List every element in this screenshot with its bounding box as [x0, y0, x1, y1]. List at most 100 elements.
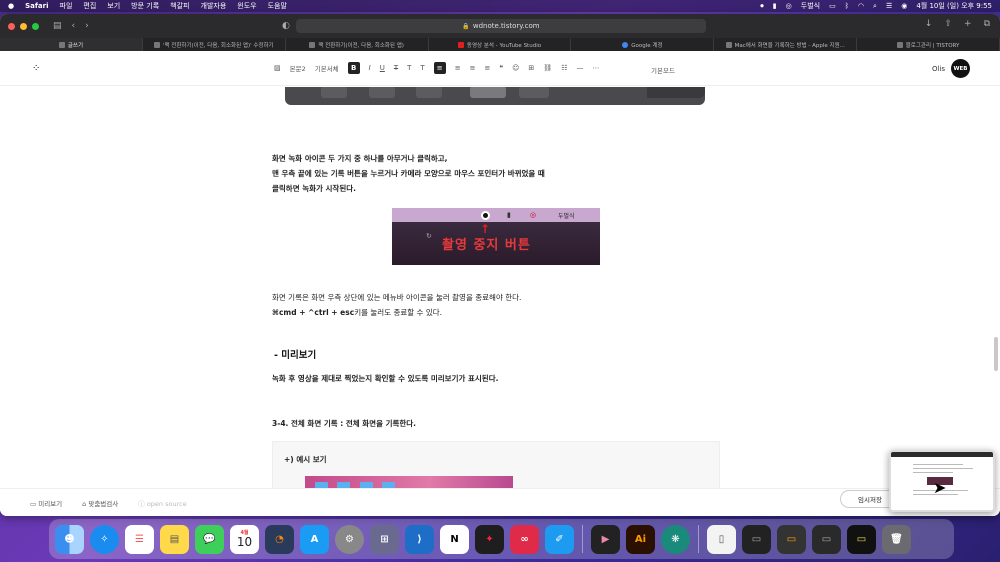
app-store-icon[interactable]: A [300, 524, 329, 554]
share-icon[interactable]: ⇧ [944, 19, 952, 29]
zoom-window-button[interactable] [32, 22, 39, 30]
menu-item-bookmarks[interactable]: 책갈피 [170, 1, 189, 11]
twitter-icon[interactable]: ✐ [545, 524, 574, 554]
trash-icon[interactable]: 🗑 [882, 524, 911, 554]
minimize-window-button[interactable] [20, 22, 27, 30]
user-name[interactable]: Olis [932, 65, 945, 73]
italic-icon[interactable]: I [369, 64, 371, 72]
tab-edit-post[interactable]: '맥 전환하기(이전, 다음, 회소화된 앱)' 수정하기 [143, 38, 286, 51]
divider-icon[interactable]: — [576, 64, 583, 72]
menu-item-window[interactable]: 윈도우 [237, 1, 256, 11]
launchpad-icon[interactable]: ⊞ [370, 524, 399, 554]
messages-icon[interactable]: 💬 [195, 524, 224, 554]
screen-recording-thumbnail[interactable]: ➤ [889, 450, 995, 512]
creative-cloud-icon[interactable]: ◎ [786, 2, 792, 10]
window-thumbnail-icon[interactable]: ▭ [812, 524, 841, 554]
tab-google-account[interactable]: Google 계정 [571, 38, 715, 51]
url-text: wdnote.tistory.com [472, 22, 540, 30]
preview-button[interactable]: ▭ 미리보기 [30, 498, 62, 508]
download-icon[interactable]: ↓ [925, 19, 933, 29]
blender-icon[interactable]: ◔ [265, 524, 294, 554]
tab-write[interactable]: 글쓰기 [0, 38, 143, 51]
stop-recording-icon[interactable]: ⏺ [760, 2, 764, 11]
more-icon[interactable]: ⋯ [592, 64, 599, 72]
menu-item-file[interactable]: 파일 [60, 1, 73, 11]
align-left-icon[interactable]: ≡ [433, 62, 446, 74]
document-thumbnail-icon[interactable]: ▯ [707, 524, 736, 554]
apple-icon[interactable]: ● [8, 2, 14, 10]
finder-icon[interactable]: ☻ [55, 524, 84, 554]
close-window-button[interactable] [8, 22, 15, 30]
spotlight-icon[interactable]: ⌕ [873, 2, 877, 11]
illustrator-icon[interactable]: Ai [626, 524, 655, 554]
sidebar-toggle-icon[interactable]: ▤ [53, 21, 62, 31]
strikethrough-icon[interactable]: T [394, 64, 398, 72]
figma-icon[interactable]: ✦ [475, 524, 504, 554]
align-right-icon[interactable]: ≡ [470, 64, 476, 72]
menu-item-help[interactable]: 도움말 [268, 1, 287, 11]
font-select[interactable]: 기본서체 [315, 63, 339, 73]
menu-item-view[interactable]: 보기 [107, 1, 120, 11]
text-color-icon[interactable]: T [407, 64, 411, 72]
editor-content[interactable]: 화면 녹화 아이콘 두 가지 중 하나를 아무거나 클릭하고, 맨 우측 끝에 … [0, 87, 1000, 502]
system-preferences-icon[interactable]: ⚙ [335, 524, 364, 554]
menu-item-history[interactable]: 방문 기록 [131, 1, 159, 11]
list-icon[interactable]: ☷ [561, 64, 567, 72]
tab-apple-support[interactable]: Mac에서 화면을 기록하는 방법 - Apple 지원... [714, 38, 858, 51]
reminders-icon[interactable]: ☰ [125, 524, 154, 554]
text-bg-icon[interactable]: T [420, 64, 424, 72]
bold-icon[interactable]: B [347, 62, 360, 74]
underline-icon[interactable]: U [380, 64, 385, 72]
window-thumbnail-icon[interactable]: ▭ [742, 524, 771, 554]
thumbnail-line [913, 472, 953, 473]
tistory-logo[interactable]: ⁘ [32, 63, 40, 74]
quote-icon[interactable]: ❝ [499, 64, 503, 72]
safari-icon[interactable]: ✧ [90, 524, 119, 554]
input-source-label[interactable]: 두벌식 [801, 1, 820, 11]
window-thumbnail-icon[interactable]: ▭ [847, 524, 876, 554]
control-center-icon[interactable]: ☰ [886, 2, 892, 10]
image-insert-icon[interactable]: ▨ [274, 64, 281, 72]
battery-icon[interactable]: ▮ [773, 2, 777, 10]
mode-select[interactable]: 기본모드 [651, 65, 675, 75]
siri-icon[interactable]: ◉ [901, 2, 907, 10]
thumbnail-toolbar [891, 452, 993, 457]
emoji-icon[interactable]: ☺ [512, 64, 519, 72]
link-icon[interactable]: ⛓ [543, 64, 552, 72]
example-label: +) 예시 보기 [284, 455, 327, 464]
text-span: 키를 눌러도 종료할 수 있다. [354, 308, 443, 317]
notes-icon[interactable]: ▤ [160, 524, 189, 554]
new-tab-icon[interactable]: + [964, 19, 972, 29]
tab-overview-icon[interactable]: ⧉ [984, 19, 990, 29]
wifi-icon[interactable]: ◠ [858, 2, 864, 10]
address-bar[interactable]: 🔒 wdnote.tistory.com [296, 19, 706, 33]
vscode-icon[interactable]: ⟩ [405, 524, 434, 554]
table-icon[interactable]: ⊞ [528, 64, 534, 72]
spellcheck-button[interactable]: ⌂ 맞춤법검사 [82, 498, 118, 508]
back-icon[interactable]: ‹ [72, 21, 76, 31]
menu-app-name[interactable]: Safari [25, 2, 48, 10]
menu-item-develop[interactable]: 개발자용 [201, 1, 227, 11]
display-icon[interactable]: ▭ [829, 2, 836, 10]
open-source-link[interactable]: ⓘ open source [138, 498, 186, 508]
final-cut-pro-icon[interactable]: ▶ [591, 524, 620, 554]
avatar[interactable]: WEB [951, 59, 970, 78]
brain-icon[interactable]: ❋ [661, 524, 690, 554]
calendar-icon[interactable]: 4월 10 [230, 524, 259, 554]
creative-cloud-icon[interactable]: ∞ [510, 524, 539, 554]
paragraph-style-select[interactable]: 본문2 [290, 63, 306, 73]
bluetooth-icon[interactable]: ᛒ [845, 2, 849, 10]
dock: ☻ ✧ ☰ ▤ 💬 4월 10 ◔ A ⚙ ⊞ ⟩ N ✦ ∞ ✐ ▶ Ai ❋… [49, 519, 954, 559]
tab-youtube-studio[interactable]: 동영상 분석 - YouTube Studio [429, 38, 572, 51]
menubar-clock[interactable]: 4월 10일 (일) 오후 9:55 [916, 1, 992, 11]
tab-blog-admin[interactable]: 블로그관리 | TISTORY [857, 38, 1000, 51]
window-thumbnail-icon[interactable]: ▭ [777, 524, 806, 554]
scrollbar[interactable] [994, 337, 998, 371]
notion-icon[interactable]: N [440, 524, 469, 554]
align-justify-icon[interactable]: ≡ [484, 64, 490, 72]
privacy-shield-icon[interactable]: ◐ [282, 21, 290, 31]
menu-item-edit[interactable]: 편집 [83, 1, 96, 11]
align-center-icon[interactable]: ≡ [455, 64, 461, 72]
tab-post[interactable]: 맥 전환하기(이전, 다음, 회소화된 앱) [286, 38, 429, 51]
forward-icon[interactable]: › [85, 21, 89, 31]
